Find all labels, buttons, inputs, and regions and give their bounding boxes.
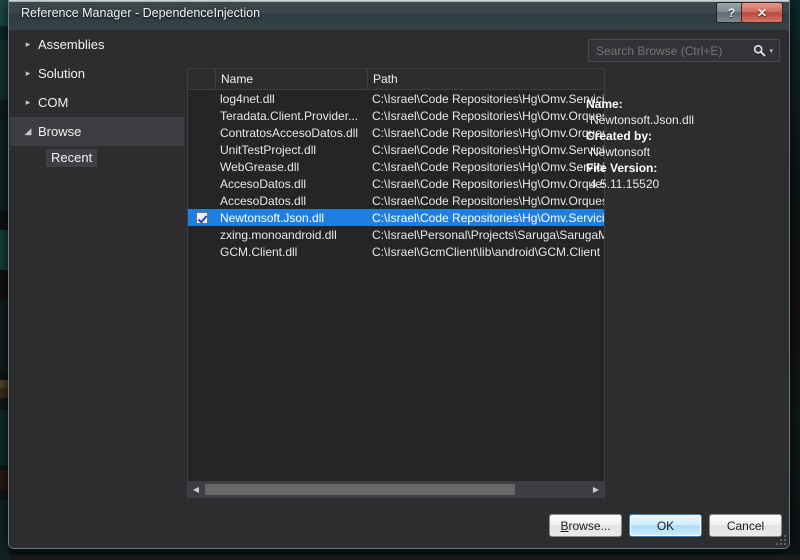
detail-value: Newtonsoft [586,144,784,160]
detail-key: File Version: [586,160,784,176]
cell-name: ContratosAccesoDatos.dll [215,126,367,140]
search-box[interactable]: ▾ [588,39,780,62]
cell-name: Newtonsoft.Json.dll [215,211,367,225]
browse-button-mnemonic: B [560,519,568,533]
list-rows: log4net.dllC:\Israel\Code Repositories\H… [188,90,604,480]
cell-name: UnitTestProject.dll [215,143,367,157]
scrollbar-track[interactable] [204,481,588,497]
sidebar-item-browse[interactable]: ◢ Browse [10,117,184,146]
results-list-panel: Name Path log4net.dllC:\Israel\Code Repo… [187,68,605,498]
table-row[interactable]: UnitTestProject.dllC:\Israel\Code Reposi… [188,141,604,158]
table-row[interactable]: GCM.Client.dllC:\Israel\GcmClient\lib\an… [188,243,604,260]
table-row[interactable]: AccesoDatos.dllC:\Israel\Code Repositori… [188,192,604,209]
cell-path: C:\Israel\Code Repositories\Hg\Omv.Orque… [367,194,604,208]
horizontal-scrollbar[interactable]: ◀ ▶ [188,481,604,497]
table-row[interactable]: ContratosAccesoDatos.dllC:\Israel\Code R… [188,124,604,141]
cell-path: C:\Israel\Code Repositories\Hg\Omv.Servi… [367,143,604,157]
detail-key: Name: [586,96,784,112]
sidebar-item-label: Solution [38,66,85,81]
detail-value: 4.5.11.15520 [586,176,784,192]
cell-name: zxing.monoandroid.dll [215,228,367,242]
cell-path: C:\Israel\Code Repositories\Hg\Omv.Servi… [367,160,604,174]
cell-path: C:\Israel\Code Repositories\Hg\Omv.Orque… [367,109,604,123]
title-bar: Reference Manager - DependenceInjection … [9,0,789,31]
table-row[interactable]: Teradata.Client.Provider...C:\Israel\Cod… [188,107,604,124]
cell-name: AccesoDatos.dll [215,194,367,208]
list-header: Name Path [188,69,604,90]
sidebar-item-recent[interactable]: Recent [10,146,184,170]
cell-name: WebGrease.dll [215,160,367,174]
cell-name: Teradata.Client.Provider... [215,109,367,123]
sidebar-item-label: Assemblies [38,37,104,52]
column-header-name[interactable]: Name [215,69,367,89]
window-title: Reference Manager - DependenceInjection [21,6,260,20]
sidebar-item-assemblies[interactable]: ▸ Assemblies [10,30,184,59]
scroll-left-icon[interactable]: ◀ [188,481,204,497]
collapse-icon[interactable]: ◢ [20,127,36,136]
sidebar-item-label: Recent [46,149,97,167]
cell-path: C:\Israel\Code Repositories\Hg\Omv.Servi… [367,211,604,225]
expander-icon[interactable]: ▸ [20,98,36,107]
reference-manager-dialog: Reference Manager - DependenceInjection … [8,0,790,549]
expander-icon[interactable]: ▸ [20,69,36,78]
ok-button[interactable]: OK [629,514,702,537]
search-icon[interactable] [753,44,766,57]
cancel-button[interactable]: Cancel [709,514,782,537]
browse-button[interactable]: Browse... [549,514,622,537]
sidebar-item-solution[interactable]: ▸ Solution [10,59,184,88]
close-button[interactable]: ✕ [741,2,783,23]
details-pane: Name:Newtonsoft.Json.dllCreated by:Newto… [586,96,784,498]
detail-value: Newtonsoft.Json.dll [586,112,784,128]
resize-grip-icon[interactable] [775,534,787,546]
table-row[interactable]: WebGrease.dllC:\Israel\Code Repositories… [188,158,604,175]
cell-path: C:\Israel\Personal\Projects\Saruga\Sarug… [367,228,604,242]
table-row[interactable]: log4net.dllC:\Israel\Code Repositories\H… [188,90,604,107]
table-row[interactable]: Newtonsoft.Json.dllC:\Israel\Code Reposi… [188,209,604,226]
scrollbar-thumb[interactable] [205,484,515,495]
cell-path: C:\Israel\Code Repositories\Hg\Omv.Orque… [367,177,604,191]
column-header-check[interactable] [188,69,215,89]
detail-key: Created by: [586,128,784,144]
category-sidebar: ▸ Assemblies ▸ Solution ▸ COM ◢ Browse R… [10,30,184,504]
dialog-body: ▸ Assemblies ▸ Solution ▸ COM ◢ Browse R… [9,30,789,548]
dialog-button-bar: Browse... OK Cancel [9,504,789,548]
checkbox-checked-icon[interactable] [196,212,208,224]
table-row[interactable]: zxing.monoandroid.dllC:\Israel\Personal\… [188,226,604,243]
cell-name: log4net.dll [215,92,367,106]
expander-icon[interactable]: ▸ [20,40,36,49]
browse-button-label: rowse... [569,519,611,533]
column-header-path[interactable]: Path [367,69,604,89]
table-row[interactable]: AccesoDatos.dllC:\Israel\Code Repositori… [188,175,604,192]
sidebar-item-com[interactable]: ▸ COM [10,88,184,117]
sidebar-item-label: Browse [38,124,81,139]
cell-path: C:\Israel\Code Repositories\Hg\Omv.Orque… [367,126,604,140]
sidebar-item-label: COM [38,95,68,110]
chevron-down-icon[interactable]: ▾ [766,47,779,55]
cell-path: C:\Israel\GcmClient\lib\android\GCM.Clie… [367,245,604,259]
cell-name: AccesoDatos.dll [215,177,367,191]
cell-name: GCM.Client.dll [215,245,367,259]
search-input[interactable] [589,43,753,59]
cell-path: C:\Israel\Code Repositories\Hg\Omv.Servi… [367,92,604,106]
row-checkbox[interactable] [188,212,215,224]
